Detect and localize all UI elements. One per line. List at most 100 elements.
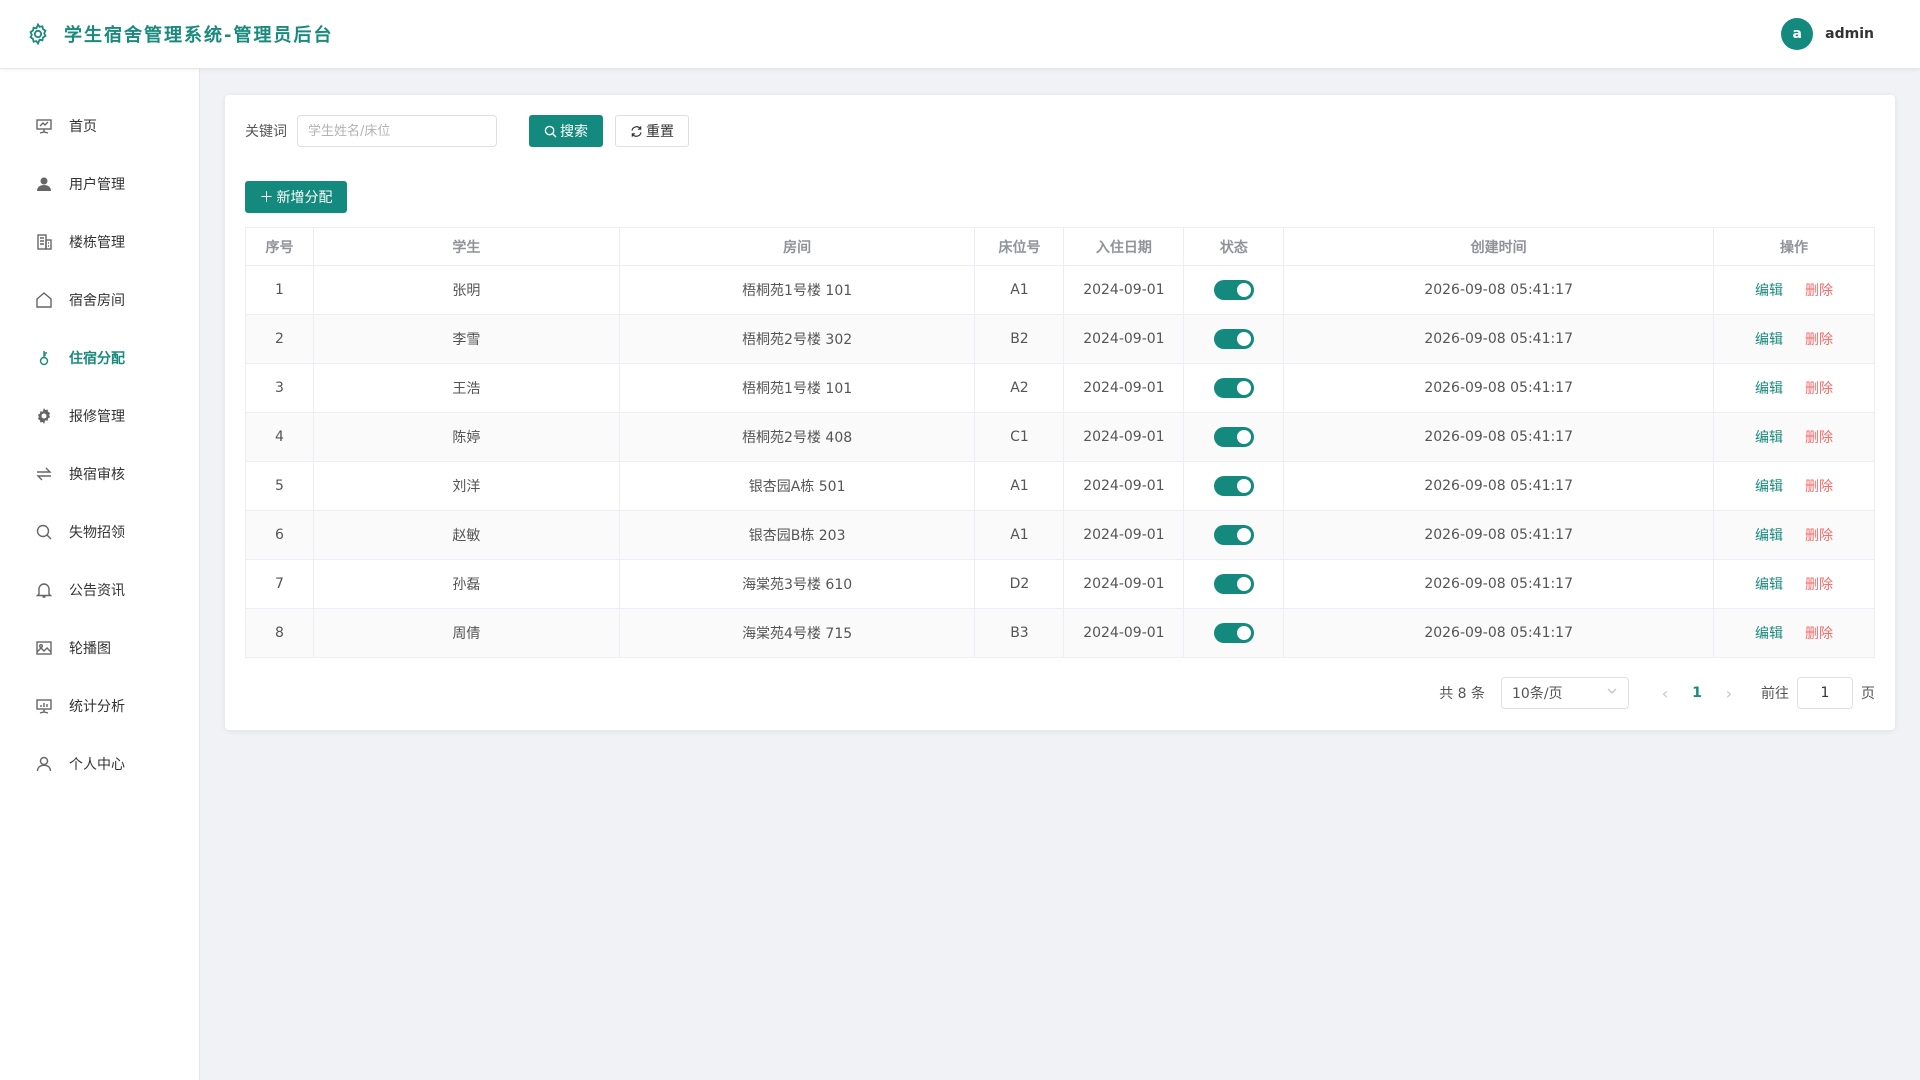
cell-actions: 编辑 删除 [1713,314,1875,364]
edit-link[interactable]: 编辑 [1755,479,1783,495]
reset-button[interactable]: 重置 [615,115,689,147]
cell-status [1183,412,1285,462]
status-toggle[interactable] [1213,378,1254,398]
sidebar-item-allocation[interactable]: 住宿分配 [0,329,199,387]
delete-link[interactable]: 删除 [1805,479,1833,495]
column-header: 序号 [245,227,314,266]
search-input[interactable] [297,115,497,147]
column-header: 操作 [1713,227,1875,266]
sidebar-item-repairs[interactable]: 报修管理 [0,387,199,445]
cell-created-time: 2026-09-08 05:41:17 [1283,559,1715,609]
next-page-button[interactable]: › [1717,684,1741,703]
cell-room: 梧桐苑1号楼 101 [618,265,976,315]
cell-actions: 编辑 删除 [1713,461,1875,511]
sidebar-item-label: 失物招领 [69,525,125,541]
cell-bed: C1 [974,412,1065,462]
prev-page-button[interactable]: ‹ [1653,684,1677,703]
status-toggle[interactable] [1213,329,1254,349]
sidebar-item-statistics[interactable]: 统计分析 [0,677,199,735]
delete-link[interactable]: 删除 [1805,430,1833,446]
page-size-select[interactable]: 10条/页 [1501,677,1629,709]
chart-board-icon [35,697,53,715]
cell-checkin-date: 2024-09-01 [1063,559,1185,609]
sidebar-item-rooms[interactable]: 宿舍房间 [0,271,199,329]
cell-actions: 编辑 删除 [1713,412,1875,462]
picture-icon [35,639,53,657]
search-button[interactable]: 搜索 [529,115,603,147]
delete-link[interactable]: 删除 [1805,332,1833,348]
main-card: 关键词 搜索 重置 ＋ 新增分配 序号 学生 房间 床位号 入住日期 状态 [225,95,1895,730]
cell-created-time: 2026-09-08 05:41:17 [1283,461,1715,511]
delete-link[interactable]: 删除 [1805,283,1833,299]
add-allocation-button[interactable]: ＋ 新增分配 [245,181,347,213]
sidebar-item-label: 统计分析 [69,699,125,715]
table-row: 7 孙磊 海棠苑3号楼 610 D2 2024-09-01 2026-09-08… [245,559,1875,609]
edit-link[interactable]: 编辑 [1755,332,1783,348]
sidebar-item-home[interactable]: 首页 [0,97,199,155]
status-toggle[interactable] [1213,280,1254,300]
delete-link[interactable]: 删除 [1805,577,1833,593]
cell-bed: B3 [974,608,1065,658]
delete-link[interactable]: 删除 [1805,381,1833,397]
sidebar-item-buildings[interactable]: 楼栋管理 [0,213,199,271]
sidebar-item-lost-found[interactable]: 失物招领 [0,503,199,561]
edit-link[interactable]: 编辑 [1755,430,1783,446]
brand: 学生宿舍管理系统-管理员后台 [26,21,333,47]
username[interactable]: admin [1825,26,1874,42]
cell-actions: 编辑 删除 [1713,608,1875,658]
page-number[interactable]: 1 [1677,685,1717,701]
cell-checkin-date: 2024-09-01 [1063,461,1185,511]
table-header-row: 序号 学生 房间 床位号 入住日期 状态 创建时间 操作 [245,227,1875,266]
table-row: 4 陈婷 梧桐苑2号楼 408 C1 2024-09-01 2026-09-08… [245,412,1875,462]
edit-link[interactable]: 编辑 [1755,283,1783,299]
allocation-table: 序号 学生 房间 床位号 入住日期 状态 创建时间 操作 1 张明 梧桐苑1号楼… [245,227,1875,658]
delete-link[interactable]: 删除 [1805,528,1833,544]
column-header: 房间 [618,227,976,266]
table-row: 6 赵敏 银杏园B栋 203 A1 2024-09-01 2026-09-08 … [245,510,1875,560]
sidebar-item-profile[interactable]: 个人中心 [0,735,199,793]
cell-student: 张明 [312,265,620,315]
bell-icon [35,581,53,599]
sidebar-item-label: 轮播图 [69,641,111,657]
user-menu[interactable]: a admin [1781,18,1874,50]
status-toggle[interactable] [1213,476,1254,496]
cell-student: 孙磊 [312,559,620,609]
gear-icon [26,22,50,46]
cell-actions: 编辑 删除 [1713,559,1875,609]
cell-actions: 编辑 删除 [1713,363,1875,413]
sidebar-item-carousel[interactable]: 轮播图 [0,619,199,677]
delete-link[interactable]: 删除 [1805,626,1833,642]
app-title: 学生宿舍管理系统-管理员后台 [64,25,334,46]
cell-checkin-date: 2024-09-01 [1063,510,1185,560]
table-row: 1 张明 梧桐苑1号楼 101 A1 2024-09-01 2026-09-08… [245,265,1875,315]
goto-label: 前往 [1761,686,1789,702]
goto-page-input[interactable] [1797,677,1853,709]
cell-student: 李雪 [312,314,620,364]
sidebar-item-users[interactable]: 用户管理 [0,155,199,213]
refresh-icon [631,125,642,137]
status-toggle[interactable] [1213,427,1254,447]
cell-status [1183,461,1285,511]
cell-created-time: 2026-09-08 05:41:17 [1283,412,1715,462]
chevron-down-icon [1606,685,1618,701]
pagination: 共 8 条 10条/页 ‹ 1 › 前往 页 [1439,677,1875,709]
cell-room: 银杏园A栋 501 [618,461,976,511]
status-toggle[interactable] [1213,525,1254,545]
house-icon [35,291,53,309]
edit-link[interactable]: 编辑 [1755,577,1783,593]
edit-link[interactable]: 编辑 [1755,626,1783,642]
sidebar-item-transfer[interactable]: 换宿审核 [0,445,199,503]
status-toggle[interactable] [1213,574,1254,594]
column-header: 学生 [312,227,620,266]
avatar[interactable]: a [1781,18,1814,50]
cell-checkin-date: 2024-09-01 [1063,265,1185,315]
cell-room: 梧桐苑1号楼 101 [618,363,976,413]
cell-bed: A1 [974,461,1065,511]
sidebar-item-notices[interactable]: 公告资讯 [0,561,199,619]
sidebar-item-label: 换宿审核 [69,467,125,483]
sidebar-item-label: 首页 [69,119,97,135]
status-toggle[interactable] [1213,623,1254,643]
edit-link[interactable]: 编辑 [1755,528,1783,544]
table-row: 8 周倩 海棠苑4号楼 715 B3 2024-09-01 2026-09-08… [245,608,1875,658]
edit-link[interactable]: 编辑 [1755,381,1783,397]
